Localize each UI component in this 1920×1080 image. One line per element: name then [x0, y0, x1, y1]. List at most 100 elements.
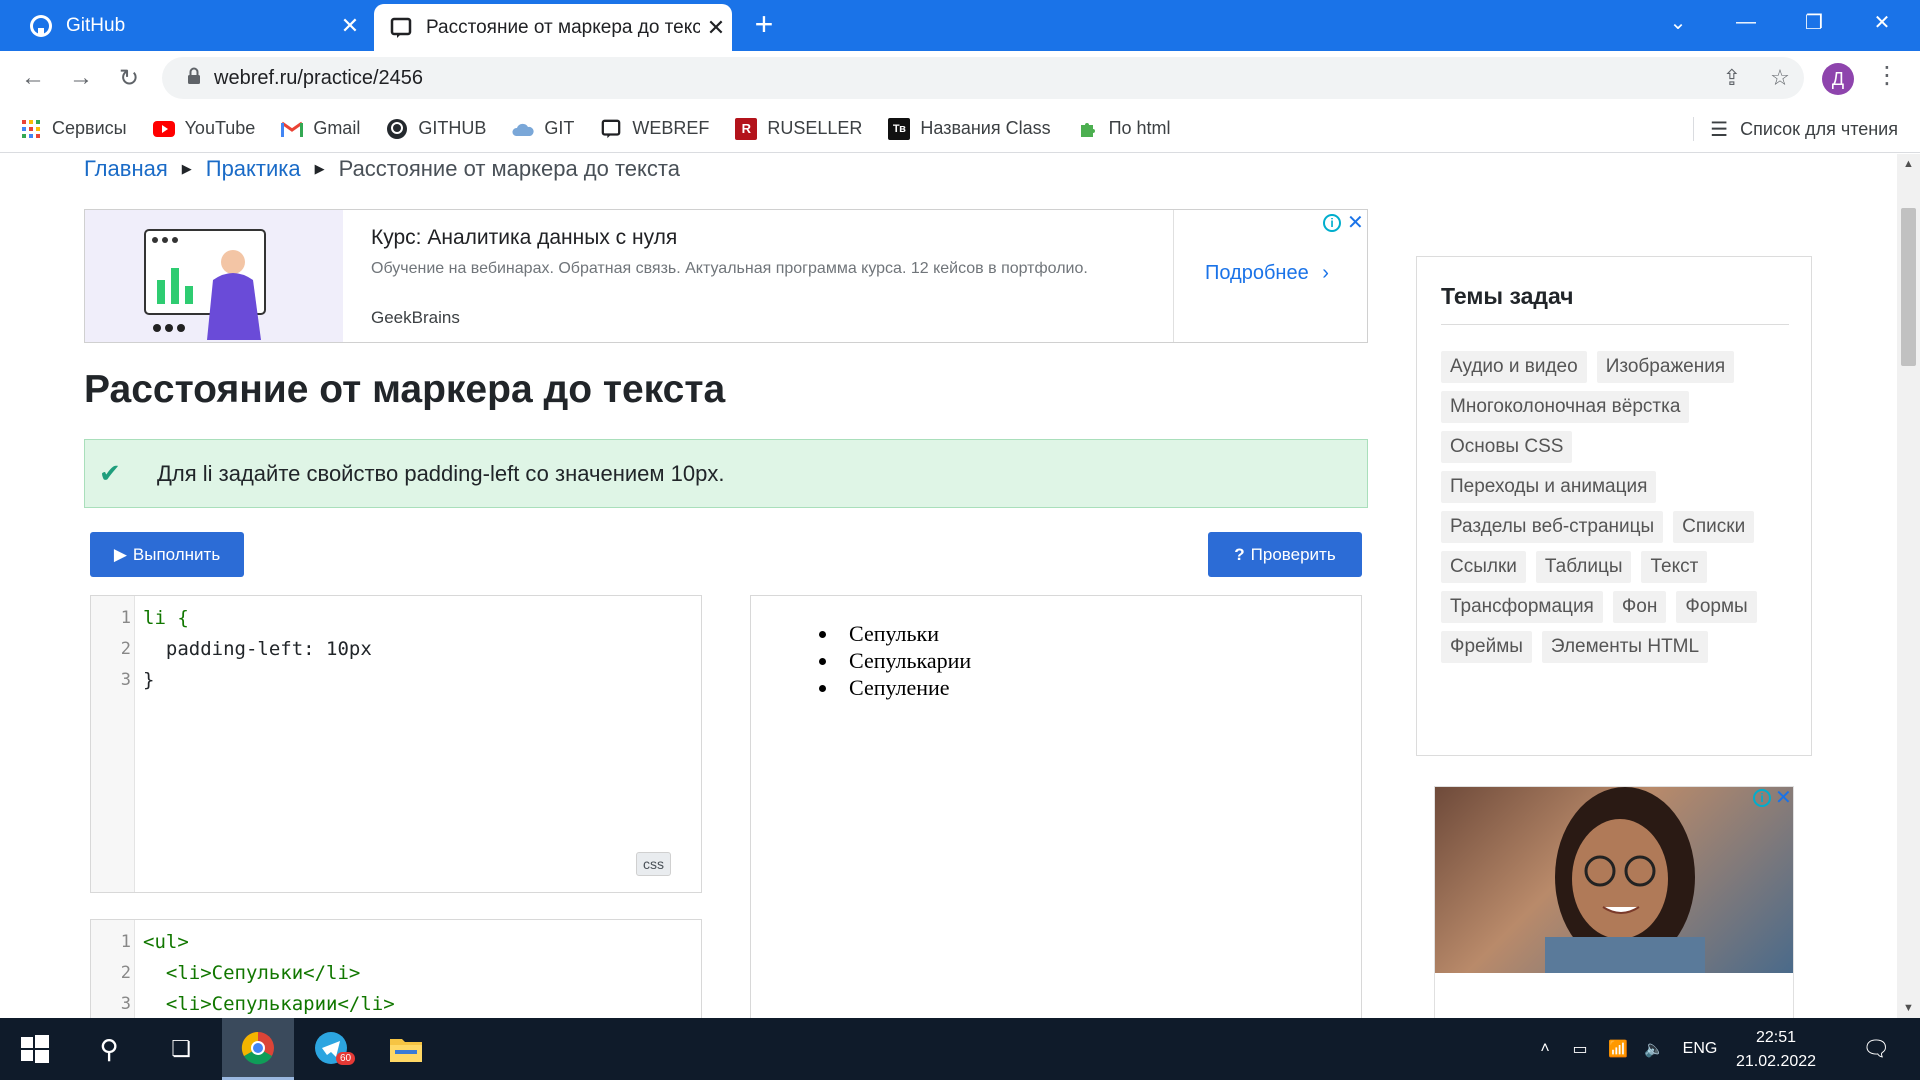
breadcrumb-practice-link[interactable]: Практика	[206, 156, 301, 182]
scroll-down-icon[interactable]: ▼	[1897, 1002, 1920, 1014]
github-icon	[386, 118, 408, 140]
bookmark-services[interactable]: Сервисы	[20, 118, 127, 140]
battery-icon[interactable]: ▭	[1560, 1039, 1600, 1059]
ad-info-icon[interactable]: i	[1323, 214, 1341, 232]
tab-github[interactable]: GitHub ✕	[14, 0, 366, 51]
chrome-taskbar-app[interactable]	[222, 1018, 294, 1080]
topic-chip[interactable]: Таблицы	[1535, 551, 1632, 583]
tab-current[interactable]: Расстояние от маркера до текста ✕	[374, 4, 732, 51]
more-menu-icon[interactable]: ⋮	[1872, 61, 1902, 95]
topic-chip[interactable]: Фреймы	[1441, 631, 1532, 663]
topic-chip[interactable]: Фон	[1612, 591, 1667, 623]
bookmark-star-icon[interactable]: ☆	[1756, 65, 1804, 91]
code-line[interactable]: 2 padding-left: 10px	[91, 633, 372, 664]
restore-button[interactable]: ❐	[1780, 0, 1848, 44]
code-text[interactable]: li {	[143, 607, 189, 629]
code-line[interactable]: 3 <li>Сепулькарии</li>	[91, 988, 395, 1018]
bookmark-label: WEBREF	[632, 118, 710, 138]
bookmark-po-html[interactable]: По html	[1077, 118, 1171, 140]
html-editor[interactable]: 1 <ul> 2 <li>Сепульки</li> 3 <li>Сепульк…	[90, 919, 702, 1018]
bookmark-gmail[interactable]: Gmail	[281, 118, 360, 140]
share-icon[interactable]: ⇪	[1708, 65, 1756, 91]
code-text[interactable]: <ul>	[143, 931, 189, 953]
tray-expand-icon[interactable]: ˄	[1530, 1040, 1560, 1058]
task-view-icon[interactable]: ❏	[146, 1018, 216, 1080]
back-icon[interactable]: ←	[16, 61, 50, 95]
reading-list-label: Список для чтения	[1740, 118, 1898, 139]
topic-list: Аудио и видео Изображения Многоколоночна…	[1441, 351, 1797, 663]
close-window-button[interactable]: ✕	[1848, 0, 1916, 44]
reading-list-button[interactable]: ☰ Список для чтения	[1693, 105, 1898, 153]
code-line[interactable]: 1 <ul>	[91, 926, 189, 957]
windows-taskbar: ⚲ ❏ 60 ˄ ▭ 📶 🔈 ENG 22:51 21.02.2022 🗨	[0, 1018, 1920, 1080]
webref-icon	[600, 118, 622, 140]
page-scrollbar[interactable]: ▲ ▼	[1897, 154, 1920, 1018]
ad-illustration	[85, 210, 343, 342]
topic-chip[interactable]: Текст	[1641, 551, 1708, 583]
breadcrumb-home-link[interactable]: Главная	[84, 156, 168, 182]
close-icon[interactable]: ✕	[1347, 210, 1364, 235]
topic-chip[interactable]: Трансформация	[1441, 591, 1603, 623]
bookmark-github[interactable]: GITHUB	[386, 118, 486, 140]
search-icon[interactable]: ⚲	[74, 1018, 144, 1080]
reload-icon[interactable]: ↻	[112, 61, 146, 95]
forward-icon[interactable]: →	[64, 61, 98, 95]
tab-search-icon[interactable]: ⌄	[1644, 0, 1712, 44]
ad-cta-link[interactable]: Подробнее ›	[1205, 262, 1329, 285]
youtube-icon	[152, 118, 175, 140]
system-clock[interactable]: 22:51 21.02.2022	[1728, 1026, 1824, 1074]
topic-chip[interactable]: Ссылки	[1441, 551, 1526, 583]
volume-icon[interactable]: 🔈	[1636, 1039, 1672, 1059]
ad-side-banner[interactable]: i ✕	[1434, 786, 1794, 1018]
topic-chip[interactable]: Формы	[1676, 591, 1757, 623]
code-text[interactable]: <li>Сепулькарии</li>	[143, 993, 395, 1015]
language-indicator[interactable]: ENG	[1672, 1040, 1728, 1058]
wifi-icon[interactable]: 📶	[1600, 1039, 1636, 1059]
bookmark-ruseller[interactable]: R RUSELLER	[735, 117, 862, 140]
topic-chip[interactable]: Элементы HTML	[1541, 631, 1709, 663]
notifications-icon[interactable]: 🗨	[1846, 1018, 1906, 1080]
folder-icon	[390, 1039, 422, 1062]
ad-info-icon[interactable]: i	[1753, 789, 1771, 807]
reading-list-icon: ☰	[1710, 118, 1729, 141]
topic-chip[interactable]: Аудио и видео	[1441, 351, 1587, 383]
topic-chip[interactable]: Изображения	[1596, 351, 1735, 383]
ad-banner[interactable]: Курс: Аналитика данных с нуля Обучение н…	[84, 209, 1368, 343]
explorer-taskbar-app[interactable]	[370, 1018, 442, 1080]
code-line[interactable]: 1 li {	[91, 602, 189, 633]
check-button[interactable]: ? Проверить	[1208, 532, 1362, 577]
start-button[interactable]	[0, 1018, 70, 1080]
bookmark-class-names[interactable]: Тв Названия Class	[888, 117, 1051, 140]
browser-toolbar: ← → ↻ webref.ru/practice/2456 ⇪ ☆ Д ⋮	[0, 51, 1920, 105]
close-icon[interactable]: ✕	[334, 13, 366, 39]
topic-chip[interactable]: Переходы и анимация	[1441, 471, 1657, 503]
close-icon[interactable]: ✕	[700, 15, 732, 41]
ad-title[interactable]: Курс: Аналитика данных с нуля	[371, 226, 677, 250]
topic-chip[interactable]: Списки	[1673, 511, 1755, 543]
list-item: Сепульки	[839, 620, 971, 647]
code-text[interactable]: padding-left: 10px	[143, 638, 372, 660]
bookmark-git[interactable]: GIT	[512, 118, 574, 140]
bookmark-webref[interactable]: WEBREF	[600, 118, 709, 140]
scrollbar-thumb[interactable]	[1901, 208, 1916, 366]
new-tab-button[interactable]: +	[748, 8, 780, 41]
url-text[interactable]: webref.ru/practice/2456	[214, 67, 1708, 90]
bookmark-youtube[interactable]: YouTube	[152, 118, 255, 140]
lock-icon[interactable]	[174, 67, 214, 90]
code-text[interactable]: }	[143, 669, 154, 691]
code-text[interactable]: <li>Сепульки</li>	[143, 962, 360, 984]
topic-chip[interactable]: Разделы веб-страницы	[1441, 511, 1664, 543]
code-line[interactable]: 2 <li>Сепульки</li>	[91, 957, 361, 988]
scroll-up-icon[interactable]: ▲	[1897, 158, 1920, 170]
minimize-button[interactable]: —	[1712, 0, 1780, 44]
run-button[interactable]: ▶ Выполнить	[90, 532, 244, 577]
telegram-taskbar-app[interactable]: 60	[296, 1018, 368, 1080]
avatar[interactable]: Д	[1822, 63, 1854, 95]
css-editor[interactable]: 1 li { 2 padding-left: 10px 3 } css	[90, 595, 702, 893]
close-icon[interactable]: ✕	[1775, 785, 1792, 810]
address-bar[interactable]: webref.ru/practice/2456 ⇪ ☆	[162, 57, 1804, 99]
topic-chip[interactable]: Основы CSS	[1441, 431, 1573, 463]
topic-chip[interactable]: Многоколоночная вёрстка	[1441, 391, 1690, 423]
puzzle-icon	[1077, 118, 1099, 140]
code-line[interactable]: 3 }	[91, 664, 155, 695]
